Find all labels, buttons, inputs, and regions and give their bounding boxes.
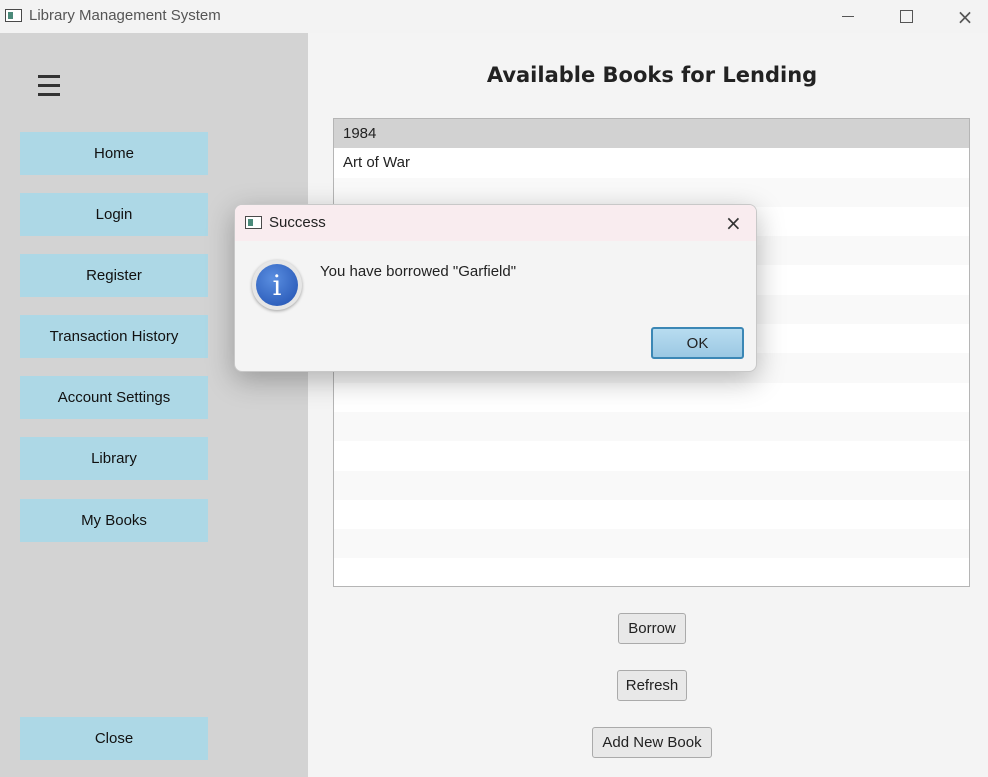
- dialog-title: Success: [269, 214, 326, 231]
- page-title: Available Books for Lending: [486, 63, 818, 87]
- maximize-icon: [899, 10, 913, 23]
- dialog-app-icon: [245, 216, 262, 229]
- home-button[interactable]: Home: [20, 132, 208, 175]
- list-item[interactable]: Art of War: [334, 148, 969, 178]
- list-row-empty: [334, 411, 969, 442]
- maximize-button[interactable]: [877, 0, 935, 33]
- success-dialog: Success × i You have borrowed "Garfield"…: [234, 204, 757, 372]
- window-close-button[interactable]: ×: [936, 0, 988, 33]
- minimize-icon: [842, 16, 854, 17]
- app-icon: [5, 9, 22, 22]
- borrow-button[interactable]: Borrow: [618, 613, 686, 644]
- refresh-button[interactable]: Refresh: [617, 670, 687, 701]
- list-row-empty: [334, 529, 969, 559]
- window-title: Library Management System: [29, 7, 221, 24]
- window-title-bar: Library Management System ×: [0, 0, 988, 33]
- account-settings-button[interactable]: Account Settings: [20, 376, 208, 419]
- main-content: Available Books for Lending 1984 Art of …: [308, 33, 988, 777]
- dialog-title-bar: Success ×: [235, 205, 756, 241]
- list-row-empty: [334, 177, 969, 207]
- list-item[interactable]: 1984: [334, 119, 969, 149]
- add-new-book-button[interactable]: Add New Book: [592, 727, 712, 758]
- list-row-empty: [334, 499, 969, 530]
- minimize-button[interactable]: [819, 0, 877, 33]
- info-icon: i: [252, 260, 302, 310]
- list-row-empty: [334, 470, 969, 500]
- hamburger-icon[interactable]: [38, 75, 60, 97]
- my-books-button[interactable]: My Books: [20, 499, 208, 542]
- login-button[interactable]: Login: [20, 193, 208, 236]
- dialog-message: You have borrowed "Garfield": [320, 263, 517, 280]
- close-button[interactable]: Close: [20, 717, 208, 760]
- list-row-empty: [334, 382, 969, 412]
- register-button[interactable]: Register: [20, 254, 208, 297]
- close-icon: ×: [956, 4, 974, 29]
- dialog-close-icon[interactable]: ×: [725, 211, 742, 235]
- list-row-empty: [334, 441, 969, 471]
- library-button[interactable]: Library: [20, 437, 208, 480]
- ok-button[interactable]: OK: [651, 327, 744, 359]
- sidebar: Home Login Register Transaction History …: [0, 33, 308, 777]
- transaction-history-button[interactable]: Transaction History: [20, 315, 208, 358]
- list-row-empty: [334, 558, 969, 586]
